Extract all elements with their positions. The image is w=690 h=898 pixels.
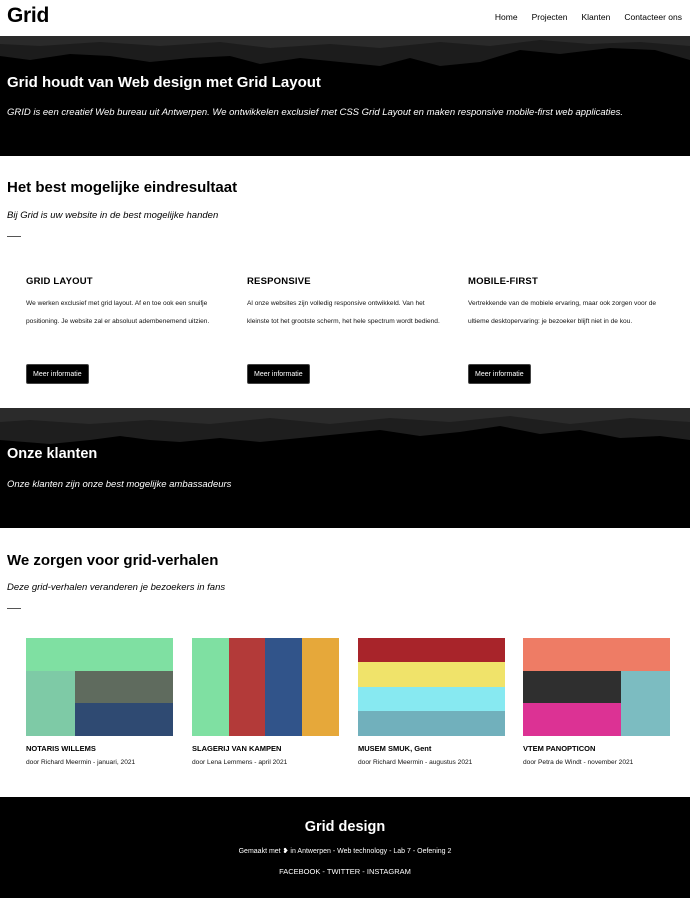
thumb-block bbox=[75, 703, 173, 736]
heart-icon: ❥ bbox=[282, 848, 289, 855]
more-info-button[interactable]: Meer informatie bbox=[468, 364, 531, 384]
hero-title: Grid houdt van Web design met Grid Layou… bbox=[7, 74, 321, 91]
feature-text: Al onze websites zijn volledig responsiv… bbox=[247, 300, 440, 325]
thumb-block bbox=[75, 671, 173, 703]
thumb-block bbox=[358, 638, 505, 662]
clients-section: Onze klanten Onze klanten zijn onze best… bbox=[0, 408, 690, 528]
story-thumbnail[interactable] bbox=[523, 638, 670, 736]
nav-contact-link[interactable]: Contacteer ons bbox=[624, 12, 682, 22]
story-title: SLAGERIJ VAN KAMPEN bbox=[192, 744, 282, 753]
more-info-button[interactable]: Meer informatie bbox=[247, 364, 310, 384]
divider bbox=[7, 236, 21, 237]
stories-section: We zorgen voor grid-verhalen Deze grid-v… bbox=[0, 528, 690, 797]
twitter-link[interactable]: TWITTER bbox=[327, 867, 360, 876]
footer-credits: Gemaakt met ❥ in Antwerpen - Web technol… bbox=[0, 847, 690, 855]
social-links: FACEBOOK - TWITTER - INSTAGRAM bbox=[0, 867, 690, 876]
thumb-block bbox=[192, 638, 229, 736]
mountain-silhouette bbox=[0, 36, 690, 66]
footer-made-suffix: in Antwerpen - Web technology - Lab 7 - … bbox=[290, 848, 452, 855]
features-subtitle: Bij Grid is uw website in de best mogeli… bbox=[7, 210, 219, 221]
thumb-block bbox=[358, 687, 505, 711]
thumb-block bbox=[26, 671, 75, 736]
thumb-block bbox=[523, 638, 670, 671]
main-nav: Home Projecten Klanten Contacteer ons bbox=[481, 12, 682, 22]
stories-title: We zorgen voor grid-verhalen bbox=[7, 552, 219, 569]
feature-responsive: RESPONSIVE Al onze websites zijn volledi… bbox=[247, 276, 447, 384]
divider bbox=[7, 608, 21, 609]
story-meta: door Richard Meermin - januari, 2021 bbox=[26, 759, 136, 766]
story-thumbnail[interactable] bbox=[358, 638, 505, 736]
thumb-block bbox=[358, 711, 505, 736]
story-card[interactable]: NOTARIS WILLEMS door Richard Meermin - j… bbox=[26, 638, 173, 766]
stories-subtitle: Deze grid-verhalen veranderen je bezoeke… bbox=[7, 582, 226, 593]
features-title: Het best mogelijke eindresultaat bbox=[7, 179, 238, 196]
clients-subtitle: Onze klanten zijn onze best mogelijke am… bbox=[7, 479, 232, 490]
hero-subtitle: GRID is een creatief Web bureau uit Antw… bbox=[7, 107, 624, 118]
story-card[interactable]: MUSEM SMUK, Gent door Richard Meermin - … bbox=[358, 638, 505, 766]
thumb-block bbox=[302, 638, 339, 736]
nav-projecten-link[interactable]: Projecten bbox=[532, 12, 568, 22]
thumb-block bbox=[523, 703, 621, 736]
story-thumbnail[interactable] bbox=[26, 638, 173, 736]
story-title: MUSEM SMUK, Gent bbox=[358, 744, 432, 753]
feature-mobile-first: MOBILE-FIRST Vertrekkende van de mobiele… bbox=[468, 276, 668, 384]
features-section: Het best mogelijke eindresultaat Bij Gri… bbox=[0, 156, 690, 408]
site-logo[interactable]: Grid bbox=[7, 4, 49, 28]
mountain-silhouette bbox=[0, 408, 690, 444]
story-meta: door Petra de Windt - november 2021 bbox=[523, 759, 634, 766]
thumb-block bbox=[523, 671, 621, 703]
story-thumbnail[interactable] bbox=[192, 638, 339, 736]
footer-made-prefix: Gemaakt met bbox=[238, 848, 281, 855]
feature-text: We werken exclusief met grid layout. Af … bbox=[26, 300, 210, 325]
nav-klanten-link[interactable]: Klanten bbox=[582, 12, 611, 22]
thumb-block bbox=[229, 638, 265, 736]
site-footer: Grid design Gemaakt met ❥ in Antwerpen -… bbox=[0, 797, 690, 898]
story-meta: door Richard Meermin - augustus 2021 bbox=[358, 759, 473, 766]
feature-title: RESPONSIVE bbox=[247, 276, 311, 287]
hero-section: Grid houdt van Web design met Grid Layou… bbox=[0, 36, 690, 156]
thumb-block bbox=[26, 638, 173, 671]
story-title: VTEM PANOPTICON bbox=[523, 744, 596, 753]
nav-home-link[interactable]: Home bbox=[495, 12, 518, 22]
story-card[interactable]: VTEM PANOPTICON door Petra de Windt - no… bbox=[523, 638, 670, 766]
footer-title: Grid design bbox=[304, 819, 386, 835]
separator: - bbox=[360, 867, 367, 876]
feature-title: GRID LAYOUT bbox=[26, 276, 93, 287]
site-header: Grid Home Projecten Klanten Contacteer o… bbox=[0, 0, 690, 36]
clients-title: Onze klanten bbox=[7, 446, 98, 462]
story-meta: door Lena Lemmens - april 2021 bbox=[192, 759, 288, 766]
feature-title: MOBILE-FIRST bbox=[468, 276, 538, 287]
thumb-block bbox=[358, 662, 505, 687]
feature-text: Vertrekkende van de mobiele ervaring, ma… bbox=[468, 300, 657, 325]
feature-grid-layout: GRID LAYOUT We werken exclusief met grid… bbox=[26, 276, 226, 384]
more-info-button[interactable]: Meer informatie bbox=[26, 364, 89, 384]
story-title: NOTARIS WILLEMS bbox=[26, 744, 96, 753]
thumb-block bbox=[265, 638, 302, 736]
story-card[interactable]: SLAGERIJ VAN KAMPEN door Lena Lemmens - … bbox=[192, 638, 339, 766]
facebook-link[interactable]: FACEBOOK bbox=[279, 867, 320, 876]
thumb-block bbox=[621, 671, 670, 736]
instagram-link[interactable]: INSTAGRAM bbox=[367, 867, 411, 876]
